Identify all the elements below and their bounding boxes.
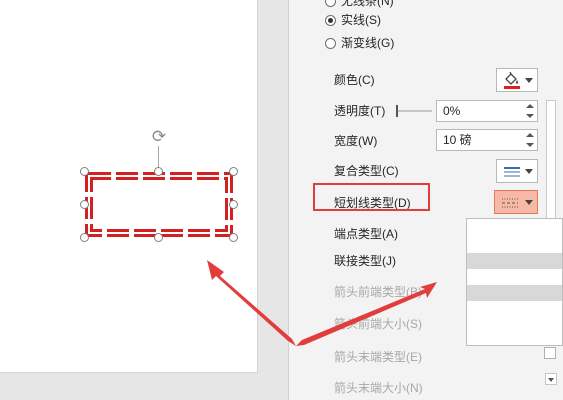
compound-lines-icon	[504, 167, 520, 177]
cap-type-label: 端点类型(A)	[334, 227, 398, 241]
dash-type-popup	[466, 218, 563, 346]
transparency-label: 透明度(T)	[334, 104, 386, 118]
compound-type-dropdown[interactable]	[496, 159, 538, 183]
rotate-handle-icon[interactable]: ⟳	[150, 128, 168, 146]
begin-arrow-size-label: 箭头前端大小(S)	[334, 317, 422, 331]
dash-option-solid[interactable]	[467, 223, 562, 239]
compound-type-label: 复合类型(C)	[334, 164, 399, 178]
scroll-down-button[interactable]	[545, 373, 557, 385]
chevron-down-icon	[525, 78, 533, 83]
join-type-label: 联接类型(J)	[334, 254, 396, 268]
color-label: 颜色(C)	[334, 73, 375, 87]
dash-option-long-dash[interactable]	[467, 302, 562, 318]
dash-option-long-dash-dot-dot[interactable]	[467, 332, 562, 345]
resize-handle-bottom-left[interactable]	[80, 233, 89, 242]
color-dropdown[interactable]	[496, 68, 538, 92]
transparency-spinner[interactable]: 0%	[436, 100, 538, 122]
resize-handle-top[interactable]	[154, 167, 163, 176]
dash-type-dropdown[interactable]	[494, 190, 538, 214]
radio-gradient-line-button[interactable]	[325, 37, 336, 49]
dash-option-dash[interactable]	[467, 270, 562, 286]
paint-bucket-icon	[504, 71, 520, 89]
resize-handle-bottom[interactable]	[154, 233, 163, 242]
begin-arrow-type-label: 箭头前端类型(B)	[334, 285, 422, 299]
resize-handle-left[interactable]	[80, 200, 89, 209]
spin-down-icon[interactable]	[526, 114, 534, 118]
resize-handle-top-left[interactable]	[80, 167, 89, 176]
chevron-down-icon	[525, 200, 533, 205]
resize-handle-top-right[interactable]	[229, 167, 238, 176]
dash-type-highlight-box	[313, 183, 430, 211]
spin-down-icon[interactable]	[526, 143, 534, 147]
arrow-size-preview	[544, 347, 556, 359]
resize-handle-right[interactable]	[229, 200, 238, 209]
radio-solid-line[interactable]: 实线(S)	[325, 11, 381, 29]
radio-solid-line-label: 实线(S)	[341, 13, 381, 27]
dash-option-square-dot[interactable]	[467, 253, 562, 269]
dash-style-icon	[502, 198, 518, 208]
spin-up-icon[interactable]	[526, 104, 534, 108]
transparency-slider[interactable]	[394, 103, 434, 119]
selected-rectangle-shape[interactable]	[84, 171, 234, 238]
end-arrow-type-label: 箭头末端类型(E)	[334, 350, 422, 364]
width-label: 宽度(W)	[334, 134, 378, 148]
dash-option-dash-dot[interactable]	[467, 285, 562, 301]
radio-solid-line-button[interactable]	[325, 14, 336, 26]
radio-no-line-label: 无线条(N)	[341, 0, 394, 8]
radio-gradient-line-label: 渐变线(G)	[341, 36, 395, 50]
slide-canvas-area: ⟳	[0, 0, 288, 400]
spin-up-icon[interactable]	[526, 133, 534, 137]
width-spinner[interactable]: 10 磅	[436, 129, 538, 151]
dash-option-long-dash-dot[interactable]	[467, 317, 562, 333]
width-value: 10 磅	[443, 133, 472, 147]
end-arrow-size-label: 箭头末端大小(N)	[334, 381, 423, 395]
resize-handle-bottom-right[interactable]	[229, 233, 238, 242]
chevron-down-icon	[525, 169, 533, 174]
radio-no-line-button[interactable]	[325, 0, 336, 7]
radio-no-line[interactable]: 无线条(N)	[325, 0, 394, 10]
transparency-value: 0%	[443, 104, 461, 118]
radio-gradient-line[interactable]: 渐变线(G)	[325, 34, 394, 52]
